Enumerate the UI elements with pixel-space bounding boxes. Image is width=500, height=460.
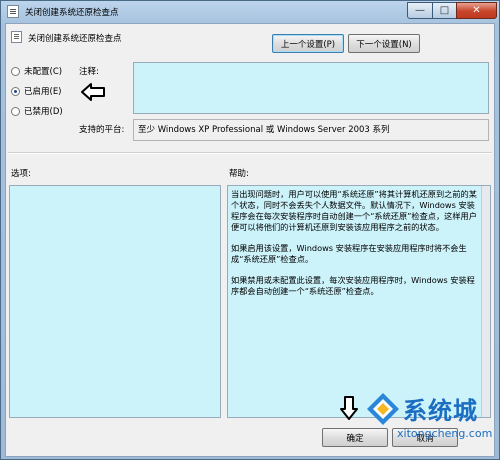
platform-label: 支持的平台: [79, 125, 125, 135]
options-panel [9, 185, 221, 418]
watermark-logo-icon [367, 393, 399, 425]
maximize-button[interactable]: □ [432, 2, 457, 19]
help-scrollbar[interactable] [481, 186, 490, 417]
radio-label: 已启用(E) [24, 87, 62, 97]
previous-setting-button[interactable]: 上一个设置(P) [272, 34, 344, 53]
radio-label: 已禁用(D) [24, 107, 63, 117]
radio-indicator [11, 106, 20, 116]
supported-platform-field: 至少 Windows XP Professional 或 Windows Ser… [133, 119, 489, 141]
policy-icon [7, 5, 19, 18]
help-paragraph: 如果禁用或未配置此设置，每次安装应用程序时，Windows 安装程序都会自动创建… [231, 275, 475, 296]
comment-textarea[interactable] [133, 62, 489, 114]
policy-dialog-window: 关闭创建系统还原检查点 — □ ✕ 关闭创建系统还原检查点 上一个设置(P) 下… [0, 0, 500, 460]
radio-disabled[interactable]: 已禁用(D) [11, 104, 63, 118]
help-paragraph: 如果启用该设置，Windows 安装程序在安装应用程序时将不会生成“系统还原”检… [231, 243, 467, 264]
section-divider [8, 152, 492, 154]
help-label: 帮助: [229, 169, 249, 179]
watermark-brand: 系统城 [403, 397, 478, 425]
options-label: 选项: [11, 169, 31, 179]
window-title: 关闭创建系统还原检查点 [25, 8, 119, 18]
help-panel[interactable]: 当出现问题时，用户可以使用“系统还原”将其计算机还原到之前的某个状态，同时不会丢… [227, 185, 491, 418]
policy-setting-icon [11, 31, 22, 43]
close-button[interactable]: ✕ [456, 2, 497, 19]
radio-label: 未配置(C) [24, 67, 63, 77]
title-bar[interactable]: 关闭创建系统还原检查点 — □ ✕ [1, 1, 499, 23]
policy-title: 关闭创建系统还原检查点 [28, 34, 122, 44]
minimize-button[interactable]: — [407, 2, 433, 19]
policy-header: 关闭创建系统还原检查点 上一个设置(P) 下一个设置(N) [6, 24, 494, 54]
left-arrow-annotation-icon [81, 83, 105, 101]
comment-label: 注释: [79, 67, 99, 77]
radio-not-configured[interactable]: 未配置(C) [11, 64, 62, 78]
radio-indicator [11, 66, 20, 76]
next-setting-button[interactable]: 下一个设置(N) [348, 34, 420, 53]
site-watermark: 系统城 xitongcheng.com [361, 385, 497, 457]
radio-indicator-selected [11, 86, 20, 96]
help-paragraph: 当出现问题时，用户可以使用“系统还原”将其计算机还原到之前的某个状态，同时不会丢… [231, 189, 477, 232]
down-arrow-annotation-icon [340, 396, 358, 420]
watermark-url: xitongcheng.com [397, 427, 493, 440]
radio-enabled[interactable]: 已启用(E) [11, 84, 62, 98]
